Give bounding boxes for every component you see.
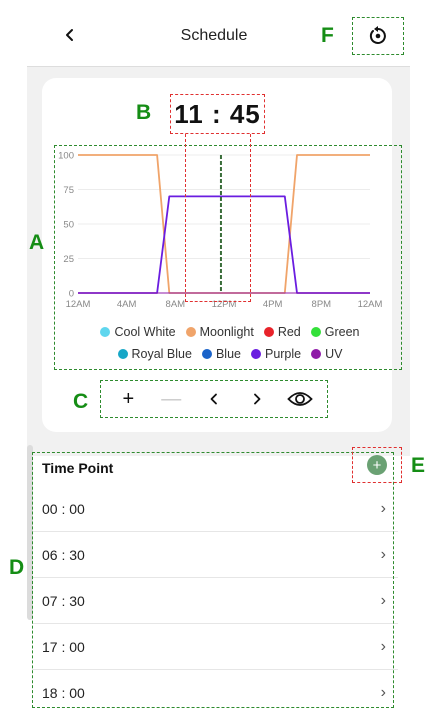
annotation-label-c: C [73, 390, 89, 413]
previous-point-button[interactable] [198, 383, 230, 415]
preview-button[interactable] [284, 383, 316, 415]
add-point-button[interactable]: + [112, 383, 144, 415]
x-tick-label: 8AM [166, 299, 186, 310]
legend-item[interactable]: Moonlight [185, 325, 254, 339]
legend-label: Cool White [114, 325, 176, 339]
legend-label: Royal Blue [131, 347, 192, 361]
y-tick-label: 25 [63, 254, 74, 265]
legend-swatch [100, 327, 111, 337]
legend-label: Moonlight [199, 325, 254, 339]
annotation-label-d: D [9, 556, 25, 579]
header: Schedule [0, 0, 428, 70]
x-tick-label: 4PM [263, 299, 283, 310]
legend-swatch [185, 327, 196, 337]
timepoint-list-annotation [32, 452, 394, 708]
legend-swatch [263, 327, 274, 337]
chart-legend: Cool White Moonlight Red Green Royal Blue Blu… [70, 325, 390, 369]
chevron-right-icon [253, 393, 261, 405]
legend-row: Cool White Moonlight Red Green [70, 325, 390, 339]
plus-circle-icon: + [367, 455, 387, 475]
legend-item[interactable]: Purple [250, 347, 302, 361]
eye-icon [286, 392, 313, 406]
legend-swatch [311, 349, 322, 359]
y-tick-label: 75 [63, 185, 74, 196]
chevron-left-icon [210, 393, 217, 405]
annotation-label-a: A [29, 231, 45, 254]
add-timepoint-button[interactable]: + [352, 447, 402, 483]
x-tick-label: 12AM [66, 299, 91, 310]
x-tick-label: 12AM [358, 299, 383, 310]
legend-item[interactable]: Royal Blue [117, 347, 192, 361]
next-point-button[interactable] [241, 383, 273, 415]
chart-controls: + — [100, 380, 328, 418]
y-tick-label: 50 [63, 220, 74, 231]
x-tick-label: 4AM [117, 299, 137, 310]
remove-point-button[interactable]: — [155, 383, 187, 415]
legend-swatch [201, 349, 212, 359]
reset-button[interactable] [352, 17, 404, 55]
reset-icon [369, 26, 386, 44]
annotation-label-e: E [411, 454, 426, 477]
x-tick-label: 8PM [312, 299, 332, 310]
legend-row: Royal Blue Blue Purple UV [70, 347, 390, 361]
legend-item[interactable]: Green [310, 325, 360, 339]
time-marker-annotation [185, 134, 251, 302]
y-tick-label: 100 [58, 151, 74, 162]
legend-item[interactable]: UV [311, 347, 343, 361]
legend-item[interactable]: Cool White [100, 325, 176, 339]
legend-swatch [117, 349, 128, 359]
legend-label: Blue [215, 347, 241, 361]
annotation-label-b: B [136, 101, 152, 124]
current-time-display: 11 : 45 [170, 94, 265, 134]
annotation-label-f: F [321, 24, 334, 47]
legend-item[interactable]: Blue [201, 347, 241, 361]
legend-swatch [250, 349, 261, 359]
legend-label: Green [324, 325, 360, 339]
legend-swatch [310, 327, 321, 337]
legend-label: Purple [264, 347, 302, 361]
y-tick-label: 0 [69, 289, 74, 300]
legend-label: Red [277, 325, 301, 339]
legend-item[interactable]: Red [263, 325, 301, 339]
legend-label: UV [325, 347, 343, 361]
